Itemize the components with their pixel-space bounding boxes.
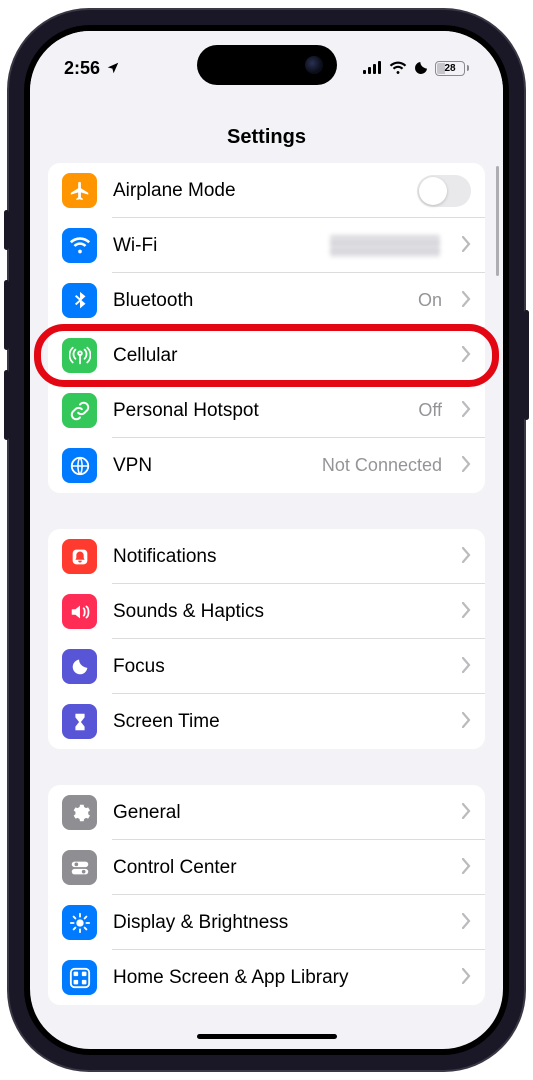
row-screen-time[interactable]: Screen Time xyxy=(48,694,485,749)
row-label: Sounds & Haptics xyxy=(113,601,446,623)
dynamic-island xyxy=(197,45,337,85)
row-value: On xyxy=(418,290,442,311)
chevron-right-icon xyxy=(462,913,471,932)
row-sounds-haptics[interactable]: Sounds & Haptics xyxy=(48,584,485,639)
volume-up xyxy=(4,280,9,350)
grid-icon xyxy=(62,960,97,995)
moon-icon xyxy=(62,649,97,684)
row-label: Notifications xyxy=(113,546,446,568)
link-icon xyxy=(62,393,97,428)
sun-icon xyxy=(62,905,97,940)
row-focus[interactable]: Focus xyxy=(48,639,485,694)
battery-indicator: 28 xyxy=(435,61,469,76)
bell-icon xyxy=(62,539,97,574)
airplane-icon xyxy=(62,173,97,208)
mute-switch xyxy=(4,210,9,250)
settings-group: Notifications Sounds & Haptics Focus Screen… xyxy=(48,529,485,749)
page-title: Settings xyxy=(227,126,306,149)
row-home-screen-app-library[interactable]: Home Screen & App Library xyxy=(48,950,485,1005)
chevron-right-icon xyxy=(462,291,471,310)
row-personal-hotspot[interactable]: Personal Hotspot Off xyxy=(48,383,485,438)
hourglass-icon xyxy=(62,704,97,739)
chevron-right-icon xyxy=(462,401,471,420)
row-display-brightness[interactable]: Display & Brightness xyxy=(48,895,485,950)
row-wi-fi[interactable]: Wi-Fi xyxy=(48,218,485,273)
wifi-icon xyxy=(62,228,97,263)
row-cellular[interactable]: Cellular xyxy=(48,328,485,383)
settings-group: Airplane Mode Wi-Fi Bluetooth On Cellular Per… xyxy=(48,163,485,493)
row-label: Focus xyxy=(113,656,446,678)
switches-icon xyxy=(62,850,97,885)
row-value: Not Connected xyxy=(322,455,442,476)
chevron-right-icon xyxy=(462,858,471,877)
wifi-icon xyxy=(389,61,407,75)
redacted-value xyxy=(330,235,440,257)
chevron-right-icon xyxy=(462,456,471,475)
row-general[interactable]: General xyxy=(48,785,485,840)
chevron-right-icon xyxy=(462,236,471,255)
gear-icon xyxy=(62,795,97,830)
row-label: Bluetooth xyxy=(113,290,402,312)
globe-icon xyxy=(62,448,97,483)
bluetooth-icon xyxy=(62,283,97,318)
bezel: 2:56 28 xyxy=(24,25,509,1055)
location-icon xyxy=(106,61,120,75)
row-label: Home Screen & App Library xyxy=(113,967,446,989)
row-vpn[interactable]: VPN Not Connected xyxy=(48,438,485,493)
row-label: VPN xyxy=(113,455,306,477)
row-label: Screen Time xyxy=(113,711,446,733)
row-label: Personal Hotspot xyxy=(113,400,402,422)
chevron-right-icon xyxy=(462,968,471,987)
home-indicator[interactable] xyxy=(197,1034,337,1039)
dnd-moon-icon xyxy=(413,60,429,76)
cellular-icon xyxy=(363,61,383,75)
antenna-icon xyxy=(62,338,97,373)
row-bluetooth[interactable]: Bluetooth On xyxy=(48,273,485,328)
chevron-right-icon xyxy=(462,803,471,822)
status-time: 2:56 xyxy=(64,58,100,79)
speaker-icon xyxy=(62,594,97,629)
row-label: Control Center xyxy=(113,857,446,879)
volume-down xyxy=(4,370,9,440)
chevron-right-icon xyxy=(462,602,471,621)
battery-percent: 28 xyxy=(444,63,455,74)
power-button xyxy=(524,310,529,420)
airplane-mode-toggle[interactable] xyxy=(417,175,471,207)
row-control-center[interactable]: Control Center xyxy=(48,840,485,895)
row-label: Display & Brightness xyxy=(113,912,446,934)
device-frame: 2:56 28 xyxy=(9,10,524,1070)
row-label: Wi-Fi xyxy=(113,235,314,257)
screen: 2:56 28 xyxy=(30,31,503,1049)
row-label: General xyxy=(113,802,446,824)
chevron-right-icon xyxy=(462,346,471,365)
chevron-right-icon xyxy=(462,547,471,566)
chevron-right-icon xyxy=(462,657,471,676)
row-label: Cellular xyxy=(113,345,446,367)
row-airplane-mode[interactable]: Airplane Mode xyxy=(48,163,485,218)
row-notifications[interactable]: Notifications xyxy=(48,529,485,584)
chevron-right-icon xyxy=(462,712,471,731)
row-label: Airplane Mode xyxy=(113,180,401,202)
settings-group: General Control Center Display & Brightnes… xyxy=(48,785,485,1005)
row-value: Off xyxy=(418,400,442,421)
